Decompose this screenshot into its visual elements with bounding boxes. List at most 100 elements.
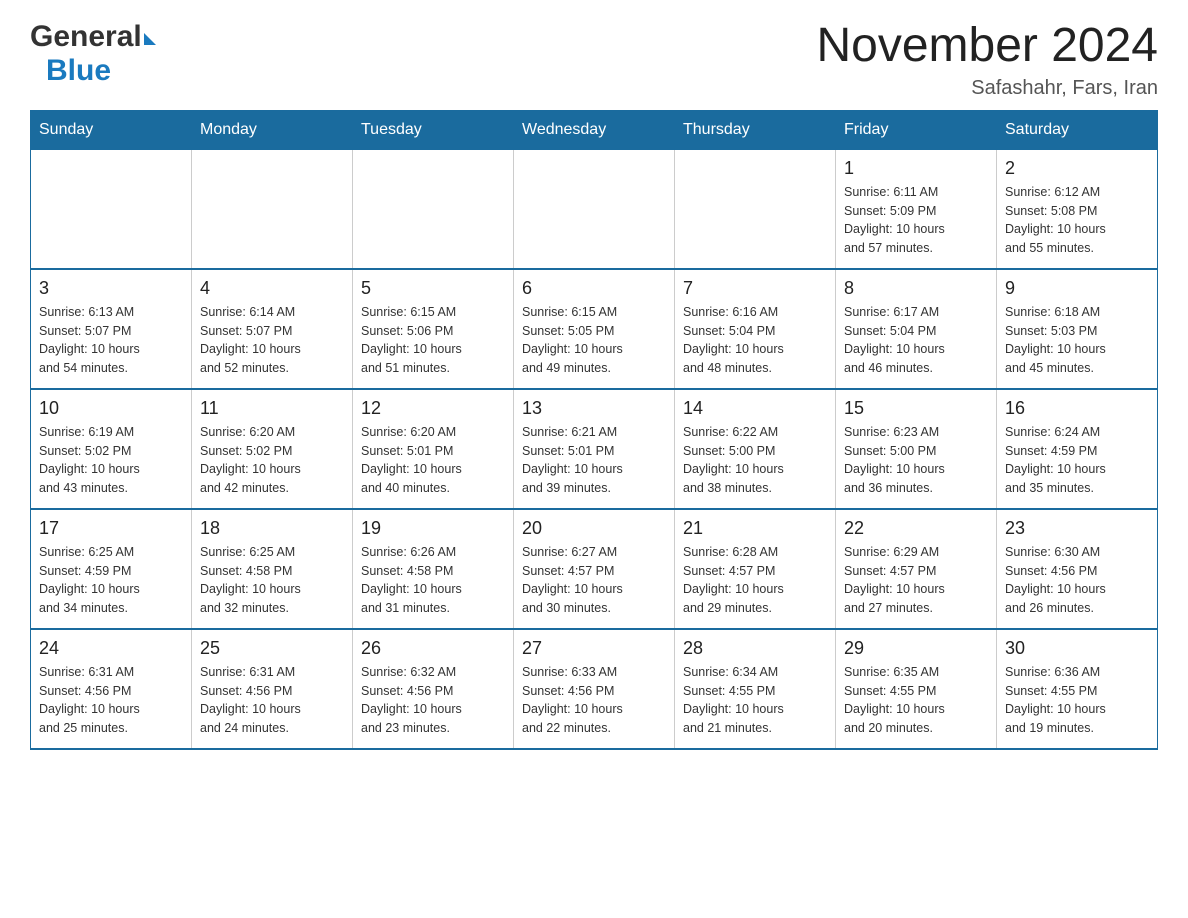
- day-info: Sunrise: 6:18 AMSunset: 5:03 PMDaylight:…: [1005, 303, 1149, 378]
- calendar-cell: 21Sunrise: 6:28 AMSunset: 4:57 PMDayligh…: [675, 509, 836, 629]
- calendar-cell: 11Sunrise: 6:20 AMSunset: 5:02 PMDayligh…: [192, 389, 353, 509]
- day-info: Sunrise: 6:17 AMSunset: 5:04 PMDaylight:…: [844, 303, 988, 378]
- day-info: Sunrise: 6:22 AMSunset: 5:00 PMDaylight:…: [683, 423, 827, 498]
- day-number: 15: [844, 398, 988, 419]
- day-info: Sunrise: 6:36 AMSunset: 4:55 PMDaylight:…: [1005, 663, 1149, 738]
- calendar-cell: [31, 149, 192, 269]
- logo-general: General: [30, 20, 142, 54]
- calendar-cell: 19Sunrise: 6:26 AMSunset: 4:58 PMDayligh…: [353, 509, 514, 629]
- calendar-cell: 10 Sunrise: 6:19 AMSunset: 5:02 PMDayligh…: [31, 389, 192, 509]
- day-info: Sunrise: 6:31 AMSunset: 4:56 PMDaylight:…: [200, 663, 344, 738]
- day-number: 4: [200, 278, 344, 299]
- day-info: Sunrise: 6:34 AMSunset: 4:55 PMDaylight:…: [683, 663, 827, 738]
- day-of-week-saturday: Saturday: [997, 110, 1158, 149]
- day-of-week-wednesday: Wednesday: [514, 110, 675, 149]
- day-info: Sunrise: 6:27 AMSunset: 4:57 PMDaylight:…: [522, 543, 666, 618]
- day-number: 11: [200, 398, 344, 419]
- day-of-week-tuesday: Tuesday: [353, 110, 514, 149]
- day-number: 25: [200, 638, 344, 659]
- day-info: Sunrise: 6:14 AMSunset: 5:07 PMDaylight:…: [200, 303, 344, 378]
- day-number: 6: [522, 278, 666, 299]
- day-info: Sunrise: 6:25 AMSunset: 4:58 PMDaylight:…: [200, 543, 344, 618]
- calendar-cell: 3 Sunrise: 6:13 AMSunset: 5:07 PMDaylight…: [31, 269, 192, 389]
- day-info: Sunrise: 6:33 AMSunset: 4:56 PMDaylight:…: [522, 663, 666, 738]
- calendar-cell: 1Sunrise: 6:11 AMSunset: 5:09 PMDaylight…: [836, 149, 997, 269]
- calendar-cell: 4 Sunrise: 6:14 AMSunset: 5:07 PMDaylight…: [192, 269, 353, 389]
- day-info: Sunrise: 6:30 AMSunset: 4:56 PMDaylight:…: [1005, 543, 1149, 618]
- day-number: 28: [683, 638, 827, 659]
- day-number: 3: [39, 278, 183, 299]
- day-info: Sunrise: 6:25 AMSunset: 4:59 PMDaylight:…: [39, 543, 183, 618]
- location-subtitle: Safashahr, Fars, Iran: [816, 77, 1158, 100]
- day-number: 29: [844, 638, 988, 659]
- calendar-cell: 29 Sunrise: 6:35 AMSunset: 4:55 PMDayligh…: [836, 629, 997, 749]
- day-info: Sunrise: 6:32 AMSunset: 4:56 PMDaylight:…: [361, 663, 505, 738]
- calendar-cell: 12Sunrise: 6:20 AMSunset: 5:01 PMDayligh…: [353, 389, 514, 509]
- calendar-cell: 24 Sunrise: 6:31 AMSunset: 4:56 PMDayligh…: [31, 629, 192, 749]
- calendar-cell: 5Sunrise: 6:15 AMSunset: 5:06 PMDaylight…: [353, 269, 514, 389]
- day-number: 24: [39, 638, 183, 659]
- calendar-cell: 13Sunrise: 6:21 AMSunset: 5:01 PMDayligh…: [514, 389, 675, 509]
- day-info: Sunrise: 6:29 AMSunset: 4:57 PMDaylight:…: [844, 543, 988, 618]
- day-number: 21: [683, 518, 827, 539]
- day-of-week-sunday: Sunday: [31, 110, 192, 149]
- day-info: Sunrise: 6:20 AMSunset: 5:01 PMDaylight:…: [361, 423, 505, 498]
- day-info: Sunrise: 6:24 AMSunset: 4:59 PMDaylight:…: [1005, 423, 1149, 498]
- day-number: 13: [522, 398, 666, 419]
- day-number: 2: [1005, 158, 1149, 179]
- calendar-body: 1Sunrise: 6:11 AMSunset: 5:09 PMDaylight…: [31, 149, 1158, 749]
- day-number: 9: [1005, 278, 1149, 299]
- day-number: 22: [844, 518, 988, 539]
- calendar-cell: 8 Sunrise: 6:17 AMSunset: 5:04 PMDaylight…: [836, 269, 997, 389]
- day-of-week-friday: Friday: [836, 110, 997, 149]
- calendar-cell: 9 Sunrise: 6:18 AMSunset: 5:03 PMDaylight…: [997, 269, 1158, 389]
- calendar-cell: 25 Sunrise: 6:31 AMSunset: 4:56 PMDayligh…: [192, 629, 353, 749]
- week-row-3: 10 Sunrise: 6:19 AMSunset: 5:02 PMDayligh…: [31, 389, 1158, 509]
- calendar-cell: [675, 149, 836, 269]
- week-row-4: 17 Sunrise: 6:25 AMSunset: 4:59 PMDayligh…: [31, 509, 1158, 629]
- day-number: 1: [844, 158, 988, 179]
- week-row-1: 1Sunrise: 6:11 AMSunset: 5:09 PMDaylight…: [31, 149, 1158, 269]
- day-info: Sunrise: 6:15 AMSunset: 5:06 PMDaylight:…: [361, 303, 505, 378]
- day-of-week-thursday: Thursday: [675, 110, 836, 149]
- day-info: Sunrise: 6:16 AMSunset: 5:04 PMDaylight:…: [683, 303, 827, 378]
- calendar-header: SundayMondayTuesdayWednesdayThursdayFrid…: [31, 110, 1158, 149]
- page-header: General Blue November 2024 Safashahr, Fa…: [30, 20, 1158, 100]
- day-number: 10: [39, 398, 183, 419]
- day-info: Sunrise: 6:15 AMSunset: 5:05 PMDaylight:…: [522, 303, 666, 378]
- calendar-cell: [514, 149, 675, 269]
- day-number: 23: [1005, 518, 1149, 539]
- day-number: 18: [200, 518, 344, 539]
- day-info: Sunrise: 6:23 AMSunset: 5:00 PMDaylight:…: [844, 423, 988, 498]
- week-row-5: 24 Sunrise: 6:31 AMSunset: 4:56 PMDayligh…: [31, 629, 1158, 749]
- logo-arrow-icon: [144, 33, 156, 45]
- calendar-cell: 17 Sunrise: 6:25 AMSunset: 4:59 PMDayligh…: [31, 509, 192, 629]
- calendar-cell: 20 Sunrise: 6:27 AMSunset: 4:57 PMDayligh…: [514, 509, 675, 629]
- day-number: 27: [522, 638, 666, 659]
- calendar-cell: 15 Sunrise: 6:23 AMSunset: 5:00 PMDayligh…: [836, 389, 997, 509]
- day-info: Sunrise: 6:31 AMSunset: 4:56 PMDaylight:…: [39, 663, 183, 738]
- day-number: 20: [522, 518, 666, 539]
- calendar-cell: 30 Sunrise: 6:36 AMSunset: 4:55 PMDayligh…: [997, 629, 1158, 749]
- day-info: Sunrise: 6:12 AMSunset: 5:08 PMDaylight:…: [1005, 183, 1149, 258]
- day-of-week-monday: Monday: [192, 110, 353, 149]
- day-number: 30: [1005, 638, 1149, 659]
- calendar-cell: 23 Sunrise: 6:30 AMSunset: 4:56 PMDayligh…: [997, 509, 1158, 629]
- day-number: 7: [683, 278, 827, 299]
- day-number: 8: [844, 278, 988, 299]
- day-info: Sunrise: 6:35 AMSunset: 4:55 PMDaylight:…: [844, 663, 988, 738]
- calendar-cell: 28 Sunrise: 6:34 AMSunset: 4:55 PMDayligh…: [675, 629, 836, 749]
- logo: General Blue: [30, 20, 156, 88]
- day-info: Sunrise: 6:26 AMSunset: 4:58 PMDaylight:…: [361, 543, 505, 618]
- calendar-cell: 14Sunrise: 6:22 AMSunset: 5:00 PMDayligh…: [675, 389, 836, 509]
- day-info: Sunrise: 6:19 AMSunset: 5:02 PMDaylight:…: [39, 423, 183, 498]
- days-of-week-row: SundayMondayTuesdayWednesdayThursdayFrid…: [31, 110, 1158, 149]
- calendar-table: SundayMondayTuesdayWednesdayThursdayFrid…: [30, 110, 1158, 750]
- calendar-cell: 2 Sunrise: 6:12 AMSunset: 5:08 PMDaylight…: [997, 149, 1158, 269]
- day-info: Sunrise: 6:13 AMSunset: 5:07 PMDaylight:…: [39, 303, 183, 378]
- calendar-cell: 7 Sunrise: 6:16 AMSunset: 5:04 PMDaylight…: [675, 269, 836, 389]
- calendar-cell: 16Sunrise: 6:24 AMSunset: 4:59 PMDayligh…: [997, 389, 1158, 509]
- calendar-cell: [192, 149, 353, 269]
- title-block: November 2024 Safashahr, Fars, Iran: [816, 20, 1158, 100]
- day-number: 17: [39, 518, 183, 539]
